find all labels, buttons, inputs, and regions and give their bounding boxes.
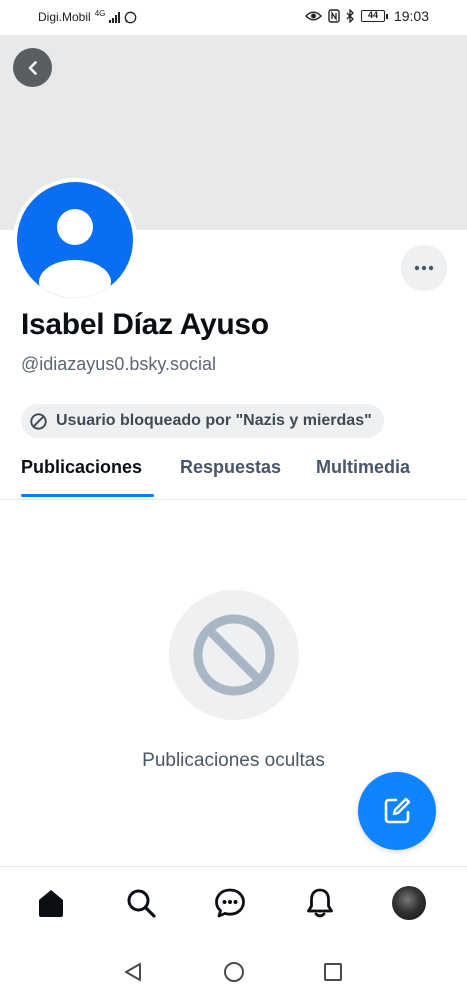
- profile-tabs: Publicaciones Respuestas Multimedia: [0, 448, 467, 500]
- nav-home[interactable]: [33, 885, 69, 921]
- empty-state-message: Publicaciones ocultas: [142, 750, 325, 771]
- bottom-navigation: [0, 866, 467, 946]
- compose-icon: [384, 797, 411, 824]
- bell-icon: [307, 888, 333, 918]
- block-icon: [30, 412, 47, 430]
- nav-search[interactable]: [123, 885, 159, 921]
- tab-publicaciones[interactable]: Publicaciones: [21, 457, 142, 478]
- recents-square-icon: [324, 963, 342, 981]
- status-bar: Digi.Mobil 4G 44 19:03: [0, 0, 467, 35]
- signal-icon: [109, 11, 121, 23]
- nav-profile[interactable]: [391, 885, 427, 921]
- more-options-button[interactable]: [401, 245, 447, 291]
- hidden-posts-icon-container: [169, 590, 299, 720]
- blocked-badge[interactable]: Usuario bloqueado por "Nazis y mierdas": [21, 404, 384, 438]
- home-circle-icon: [224, 962, 244, 982]
- bluetooth-icon: [346, 9, 355, 23]
- battery-level: 44: [360, 10, 385, 22]
- ellipsis-icon: [414, 265, 434, 271]
- nav-chat[interactable]: [212, 885, 248, 921]
- back-button[interactable]: [13, 48, 52, 87]
- system-recents-button[interactable]: [321, 960, 345, 984]
- profile-display-name: Isabel Díaz Ayuso: [21, 308, 269, 341]
- profile-handle: @idiazayus0.bsky.social: [21, 354, 217, 374]
- carrier-name: Digi.Mobil: [38, 10, 91, 24]
- forbidden-icon: [193, 614, 275, 696]
- back-triangle-icon: [125, 963, 141, 981]
- system-home-button[interactable]: [222, 960, 246, 984]
- user-avatar: [392, 886, 426, 920]
- whatsapp-icon: [124, 11, 137, 24]
- system-navigation-bar: [0, 946, 467, 1000]
- profile-avatar[interactable]: [13, 178, 137, 302]
- status-left: Digi.Mobil 4G: [38, 10, 137, 24]
- blocked-label: Usuario bloqueado por "Nazis y mierdas": [56, 412, 372, 429]
- eye-icon: [304, 10, 322, 22]
- tab-respuestas[interactable]: Respuestas: [180, 457, 281, 478]
- system-back-button[interactable]: [121, 960, 145, 984]
- chevron-left-icon: [28, 60, 37, 75]
- compose-post-button[interactable]: [358, 772, 436, 850]
- nav-notifications[interactable]: [302, 885, 338, 921]
- home-icon: [39, 890, 63, 917]
- search-icon: [127, 889, 156, 918]
- tab-multimedia[interactable]: Multimedia: [316, 457, 410, 478]
- clock-time: 19:03: [393, 8, 429, 24]
- network-type: 4G: [94, 9, 106, 18]
- battery-icon: 44: [360, 10, 388, 22]
- active-tab-indicator: [21, 494, 154, 497]
- nfc-icon: [328, 9, 340, 23]
- status-right: 44 19:03: [304, 8, 429, 24]
- chat-icon: [215, 888, 245, 918]
- default-avatar-icon: [17, 182, 133, 298]
